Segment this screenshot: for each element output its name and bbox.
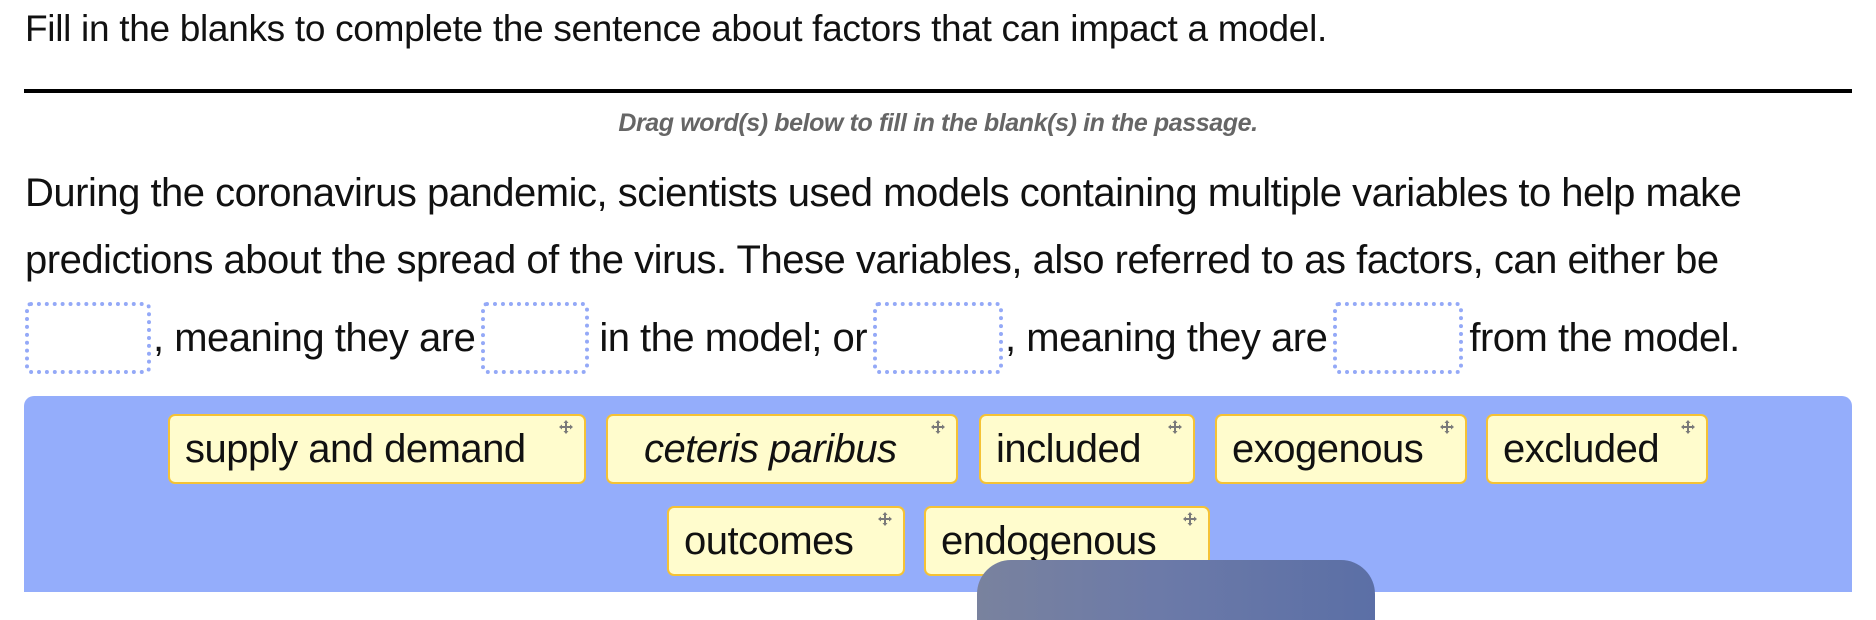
- move-icon: [1183, 512, 1197, 526]
- move-icon: [878, 512, 892, 526]
- blank-drop-zone-4[interactable]: [1333, 302, 1464, 374]
- word-tile-label: outcomes: [684, 519, 854, 563]
- word-tile-label: exogenous: [1232, 427, 1424, 471]
- word-tile[interactable]: included: [979, 414, 1195, 484]
- passage-text: , meaning they are: [153, 315, 476, 360]
- passage-text: in the model; or: [599, 315, 868, 360]
- passage-line-with-blanks: , meaning they are in the model; or , me…: [25, 296, 1865, 380]
- move-icon: [931, 420, 945, 434]
- heading-divider: [24, 89, 1852, 93]
- blank-drop-zone-3[interactable]: [873, 302, 1004, 374]
- move-icon: [559, 420, 573, 434]
- move-icon: [1681, 420, 1695, 434]
- word-tile-label: ceteris paribus: [644, 427, 897, 471]
- word-tile-label: included: [996, 427, 1142, 471]
- passage-text: from the model.: [1469, 315, 1740, 360]
- drag-instruction: Drag word(s) below to fill in the blank(…: [618, 109, 1258, 137]
- move-icon: [1168, 420, 1182, 434]
- blank-drop-zone-2[interactable]: [481, 302, 590, 374]
- question-heading: Fill in the blanks to complete the sente…: [25, 8, 1327, 49]
- floating-toolbar-overlay[interactable]: [977, 560, 1375, 620]
- blank-drop-zone-1[interactable]: [25, 302, 151, 374]
- word-tile[interactable]: exogenous: [1215, 414, 1467, 484]
- word-tile[interactable]: supply and demand: [168, 414, 586, 484]
- passage: During the coronavirus pandemic, scienti…: [25, 160, 1865, 380]
- word-tile-label: endogenous: [941, 519, 1157, 563]
- passage-line: predictions about the spread of the viru…: [25, 238, 1719, 282]
- word-tile[interactable]: ceteris paribus: [606, 414, 958, 484]
- move-icon: [1440, 420, 1454, 434]
- word-tile[interactable]: excluded: [1486, 414, 1708, 484]
- passage-text: , meaning they are: [1005, 315, 1328, 360]
- word-tile-label: supply and demand: [185, 427, 526, 471]
- word-tile-label: excluded: [1503, 427, 1660, 471]
- passage-line: During the coronavirus pandemic, scienti…: [25, 171, 1742, 215]
- word-tile[interactable]: outcomes: [667, 506, 905, 576]
